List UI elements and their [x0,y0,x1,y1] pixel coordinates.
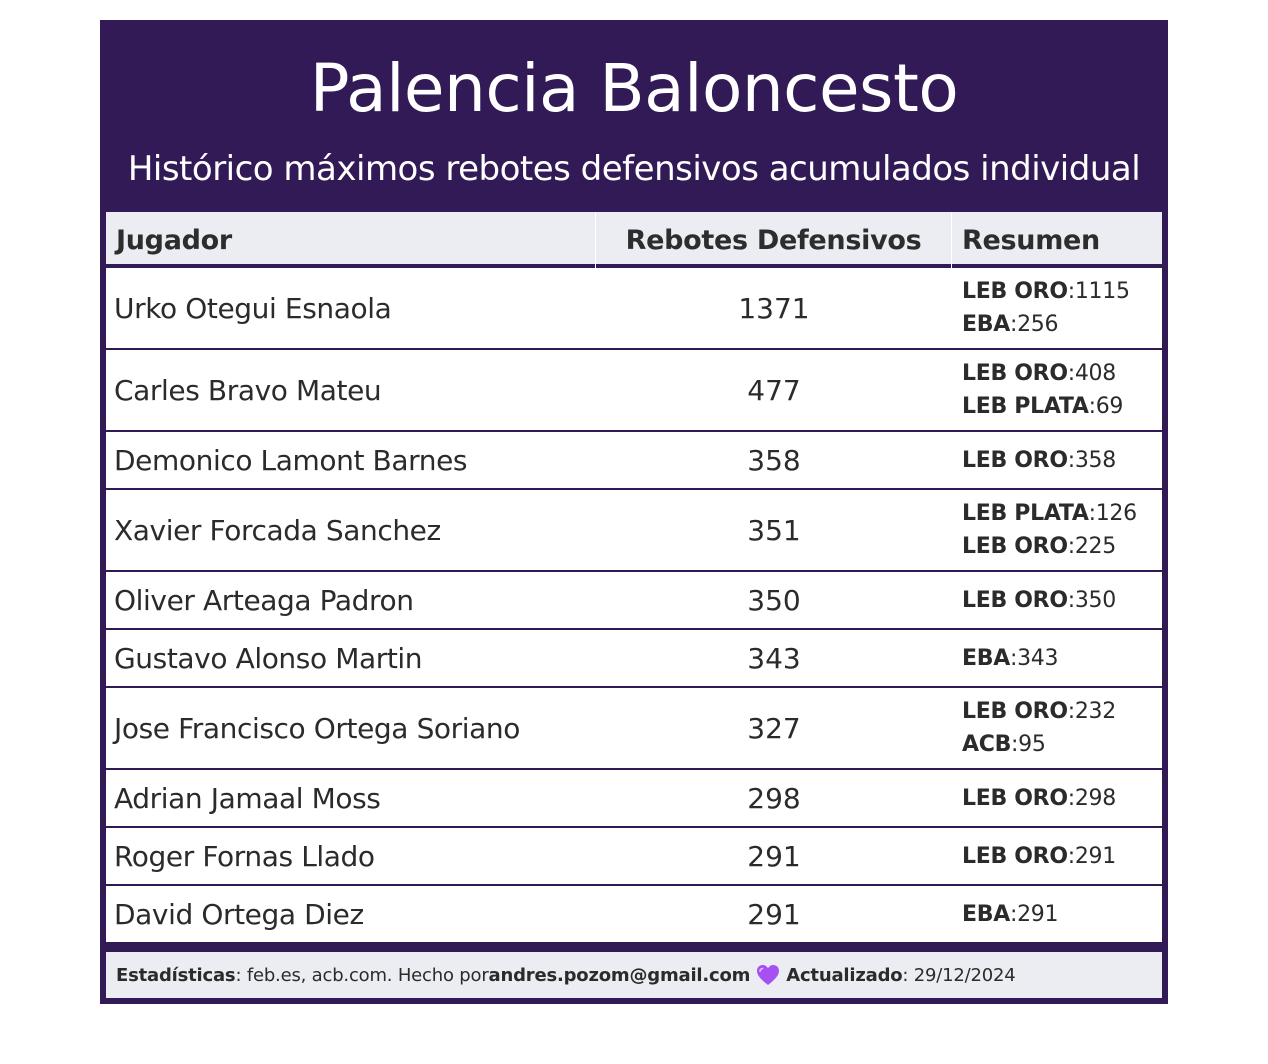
league-summary-line: LEB ORO:232 [962,699,1116,724]
league-summary: LEB ORO:1115 EBA:256 [952,268,1162,348]
league-value: 126 [1095,501,1137,526]
league-summary-line: ACB:95 [962,732,1046,757]
league-summary-line: LEB ORO:1115 [962,279,1130,304]
league-summary: LEB ORO:408 LEB PLATA:69 [952,350,1162,430]
defensive-rebounds-total: 351 [747,513,801,547]
league-summary: EBA:343 [952,630,1162,686]
purple-heart-icon [756,964,780,986]
footer-stats-sources: : feb.es, acb.com. Hecho por [235,964,489,986]
column-header-summary: Resumen [962,224,1100,256]
defensive-rebounds-total: 477 [747,373,801,407]
league-summary-line: LEB ORO:298 [962,785,1116,811]
page-subtitle: Histórico máximos rebotes defensivos acu… [127,149,1141,189]
league-name: EBA [962,645,1010,671]
footer-stats-label: Estadísticas [116,964,236,986]
column-header-rebounds: Rebotes Defensivos [596,212,952,268]
player-name: Adrian Jamaal Moss [114,781,381,815]
table-row: Adrian Jamaal Moss 298 LEB ORO:298 [106,770,1162,828]
league-value: 350 [1074,587,1116,613]
defensive-rebounds-total: 298 [747,781,801,815]
league-name: LEB PLATA [962,501,1089,526]
league-name: LEB ORO [962,843,1068,869]
table-row: Jose Francisco Ortega Soriano 327 LEB ORO:… [106,688,1162,770]
league-name: ACB [962,732,1012,757]
footer-updated-label: Actualizado [786,964,903,986]
defensive-rebounds-total: 358 [747,443,801,477]
league-value: 256 [1017,312,1059,337]
player-name: Carles Bravo Mateu [114,373,382,407]
league-summary: LEB ORO:291 [952,828,1162,884]
player-name: David Ortega Diez [114,897,364,931]
league-name: LEB ORO [962,785,1068,811]
league-summary: LEB PLATA:126 LEB ORO:225 [952,490,1162,570]
league-name: LEB ORO [962,361,1068,386]
table-row: Xavier Forcada Sanchez 351 LEB PLATA:126 LE… [106,490,1162,572]
league-summary: LEB ORO:232 ACB:95 [952,688,1162,768]
league-value: 408 [1074,361,1116,386]
player-name: Gustavo Alonso Martin [114,641,423,675]
player-name: Roger Fornas Llado [114,839,375,873]
league-value: 1115 [1074,279,1130,304]
rebounds-table: Jugador Rebotes Defensivos Resumen Urko … [106,212,1162,944]
league-summary: LEB ORO:298 [952,770,1162,826]
defensive-rebounds-total: 291 [747,839,801,873]
table-row: Roger Fornas Llado 291 LEB ORO:291 [106,828,1162,886]
league-value: 69 [1095,394,1124,419]
table-header: Jugador Rebotes Defensivos Resumen [106,212,1162,268]
league-summary: LEB ORO:350 [952,572,1162,628]
league-value: 232 [1074,699,1116,724]
league-name: EBA [962,312,1010,337]
league-summary-line: LEB ORO:408 [962,361,1116,386]
defensive-rebounds-total: 1371 [738,291,810,325]
player-name: Jose Francisco Ortega Soriano [114,711,520,745]
league-name: LEB PLATA [962,394,1089,419]
league-name: LEB ORO [962,447,1068,473]
table-row: Carles Bravo Mateu 477 LEB ORO:408 LEB PLAT… [106,350,1162,432]
league-summary-line: EBA:256 [962,312,1059,337]
table-row: Gustavo Alonso Martin 343 EBA:343 [106,630,1162,688]
league-name: LEB ORO [962,534,1068,559]
league-value: 291 [1017,901,1059,927]
league-value: 225 [1074,534,1116,559]
league-summary-line: EBA:343 [962,645,1059,671]
player-name: Urko Otegui Esnaola [114,291,392,325]
defensive-rebounds-total: 291 [747,897,801,931]
league-name: LEB ORO [962,587,1068,613]
league-summary: LEB ORO:358 [952,432,1162,488]
league-value: 298 [1074,785,1116,811]
player-name: Oliver Arteaga Padron [114,583,414,617]
league-summary: EBA:291 [952,886,1162,942]
defensive-rebounds-total: 343 [747,641,801,675]
table-row: Oliver Arteaga Padron 350 LEB ORO:350 [106,572,1162,630]
league-value: 291 [1074,843,1116,869]
league-summary-line: LEB PLATA:126 [962,501,1137,526]
league-summary-line: LEB ORO:358 [962,447,1116,473]
table-row: Urko Otegui Esnaola 1371 LEB ORO:1115 EBA:2… [106,268,1162,350]
league-summary-line: EBA:291 [962,901,1059,927]
league-summary-line: LEB PLATA:69 [962,394,1124,419]
league-summary-line: LEB ORO:291 [962,843,1116,869]
stats-card: Palencia Baloncesto Histórico máximos re… [100,20,1168,1004]
footer-updated-date: : 29/12/2024 [902,964,1016,986]
footer-author: andres.pozom@gmail.com [488,964,751,986]
table-row: David Ortega Diez 291 EBA:291 [106,886,1162,944]
league-value: 95 [1018,732,1046,757]
footer: Estadísticas: feb.es, acb.com. Hecho por… [106,952,1162,998]
league-name: EBA [962,901,1010,927]
player-name: Demonico Lamont Barnes [114,443,468,477]
league-summary-line: LEB ORO:350 [962,587,1116,613]
table-body: Urko Otegui Esnaola 1371 LEB ORO:1115 EBA:2… [106,268,1162,944]
defensive-rebounds-total: 350 [747,583,801,617]
player-name: Xavier Forcada Sanchez [114,513,441,547]
league-value: 343 [1017,645,1059,671]
league-summary-line: LEB ORO:225 [962,534,1116,559]
league-name: LEB ORO [962,699,1068,724]
table-row: Demonico Lamont Barnes 358 LEB ORO:358 [106,432,1162,490]
league-value: 358 [1074,447,1116,473]
page-title: Palencia Baloncesto [309,50,959,127]
column-header-player: Jugador [106,212,596,268]
league-name: LEB ORO [962,279,1068,304]
defensive-rebounds-total: 327 [747,711,801,745]
